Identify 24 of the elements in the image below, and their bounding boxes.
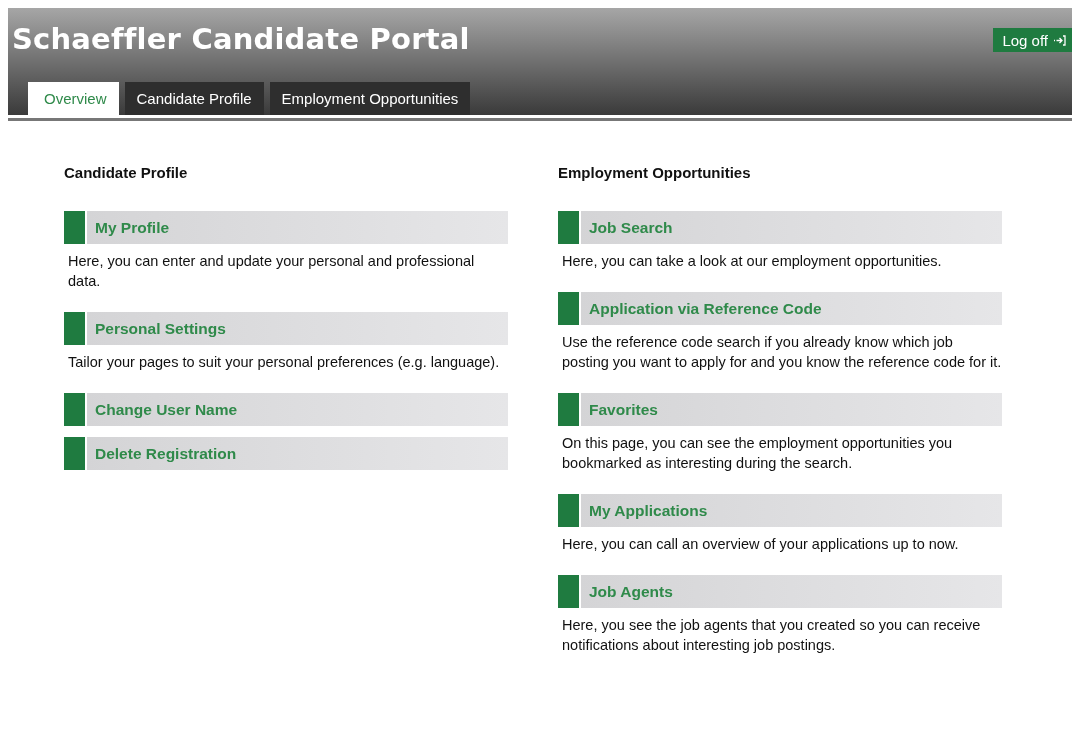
nav-tab[interactable]: Candidate Profile [124,82,264,115]
section-description: Use the reference code search if you already know which job posting you want to apply for and you know the reference code for it. [562,333,1002,372]
nav-tab[interactable]: Overview [28,82,119,115]
section-heading: Employment Opportunities [558,164,752,183]
section-link[interactable]: My Applications [558,494,1002,527]
section-link[interactable]: Favorites [558,393,1002,426]
nav-tab[interactable]: Employment Opportunities [269,82,471,115]
section-link[interactable]: Application via Reference Code [558,292,1002,325]
section-link[interactable]: My Profile [64,211,508,244]
section-heading: Candidate Profile [64,164,189,183]
section-link[interactable]: Delete Registration [64,437,508,470]
section-description: Here, you can take a look at our employment opportunities. [562,252,943,271]
logout-icon [1054,34,1066,46]
section-description: Tailor your pages to suit your personal preferences (e.g. language). [68,353,501,372]
log-off-button[interactable]: Log off [993,28,1072,52]
portal-title: Schaeffler Candidate Portal [12,22,470,56]
section-description: Here, you can enter and update your personal and professional data. [68,252,476,291]
section-link[interactable]: Personal Settings [64,312,508,345]
section-description: Here, you see the job agents that you created so you can receive notifications about interesting job postings. [562,616,982,655]
section-description: On this page, you can see the employment opportunities you bookmarked as interesting during the search. [562,434,954,473]
section-link[interactable]: Change User Name [64,393,508,426]
section-link[interactable]: Job Agents [558,575,1002,608]
section-description: Here, you can call an overview of your applications up to now. [562,535,960,554]
section-link[interactable]: Job Search [558,211,1002,244]
